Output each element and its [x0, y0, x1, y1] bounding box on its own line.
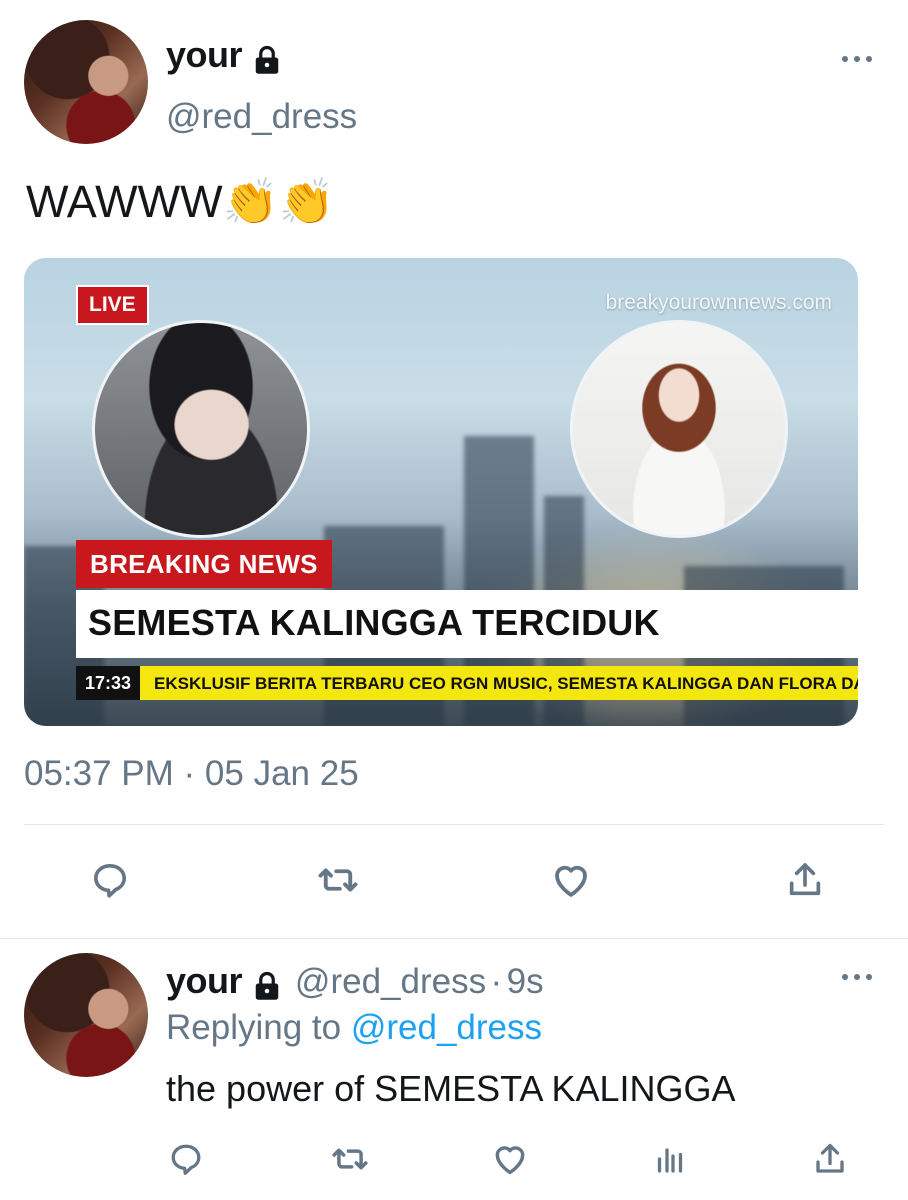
news-website: breakyourownnews.com [605, 291, 832, 314]
breaking-news-image[interactable]: LIVE breakyourownnews.com BREAKING NEWS … [24, 258, 858, 726]
retweet-icon [318, 868, 358, 892]
section-divider [0, 938, 908, 939]
reply-display-name[interactable]: your [166, 960, 243, 1001]
more-options-icon[interactable] [840, 54, 874, 64]
display-name[interactable]: your [166, 34, 243, 75]
share-icon [816, 1143, 844, 1173]
headline: SEMESTA KALINGGA TERCIDUK [88, 602, 660, 643]
avatar[interactable] [24, 20, 148, 144]
tweet-text: WAWWW👏👏 [26, 176, 335, 227]
reply-age[interactable]: 9s [507, 962, 544, 1001]
reply-avatar[interactable] [24, 953, 148, 1077]
reply-button[interactable] [84, 858, 136, 902]
reply-more-options-icon[interactable] [840, 972, 874, 982]
reply-share-button[interactable] [808, 1138, 852, 1180]
like-button[interactable] [546, 856, 596, 904]
headline-bar: SEMESTA KALINGGA TERCIDUK [76, 590, 858, 658]
handle[interactable]: @red_dress [166, 97, 357, 137]
analytics-icon [657, 1148, 683, 1173]
reply-like-button[interactable] [488, 1138, 532, 1180]
retweet-icon [332, 1148, 368, 1170]
live-badge: LIVE [76, 285, 149, 325]
share-icon [789, 863, 821, 896]
divider [24, 824, 884, 825]
news-ticker: EKSKLUSIF BERITA TERBARU CEO RGN MUSIC, … [140, 666, 858, 700]
news-clock: 17:33 [76, 666, 140, 700]
tweet-header: your [166, 34, 282, 80]
ticker-text: EKSKLUSIF BERITA TERBARU CEO RGN MUSIC, … [154, 674, 858, 693]
lock-icon [252, 45, 282, 80]
lock-icon [252, 971, 282, 1006]
reply-handle[interactable]: @red_dress [295, 962, 486, 1001]
person-photo-left [92, 320, 310, 538]
breaking-news-label: BREAKING NEWS [76, 540, 332, 588]
header-separator: · [490, 962, 503, 1001]
analytics-button[interactable] [648, 1138, 692, 1180]
reply-header: your @red_dress · 9s [166, 960, 544, 1006]
like-icon [495, 1146, 525, 1175]
like-icon [555, 865, 587, 897]
replying-to: Replying to @red_dress [166, 1008, 542, 1048]
reply-icon [94, 864, 126, 898]
share-button[interactable] [780, 856, 830, 904]
tweet-timestamp[interactable]: 05:37 PM · 05 Jan 25 [24, 754, 359, 794]
reply-reply-button[interactable] [164, 1138, 208, 1180]
replying-to-handle-link[interactable]: @red_dress [351, 1008, 542, 1047]
person-photo-right [570, 320, 788, 538]
reply-text: the power of SEMESTA KALINGGA [166, 1068, 736, 1109]
reply-retweet-button[interactable] [326, 1138, 374, 1180]
replying-to-label: Replying to [166, 1008, 342, 1047]
reply-icon [171, 1144, 201, 1175]
retweet-button[interactable] [310, 858, 366, 902]
